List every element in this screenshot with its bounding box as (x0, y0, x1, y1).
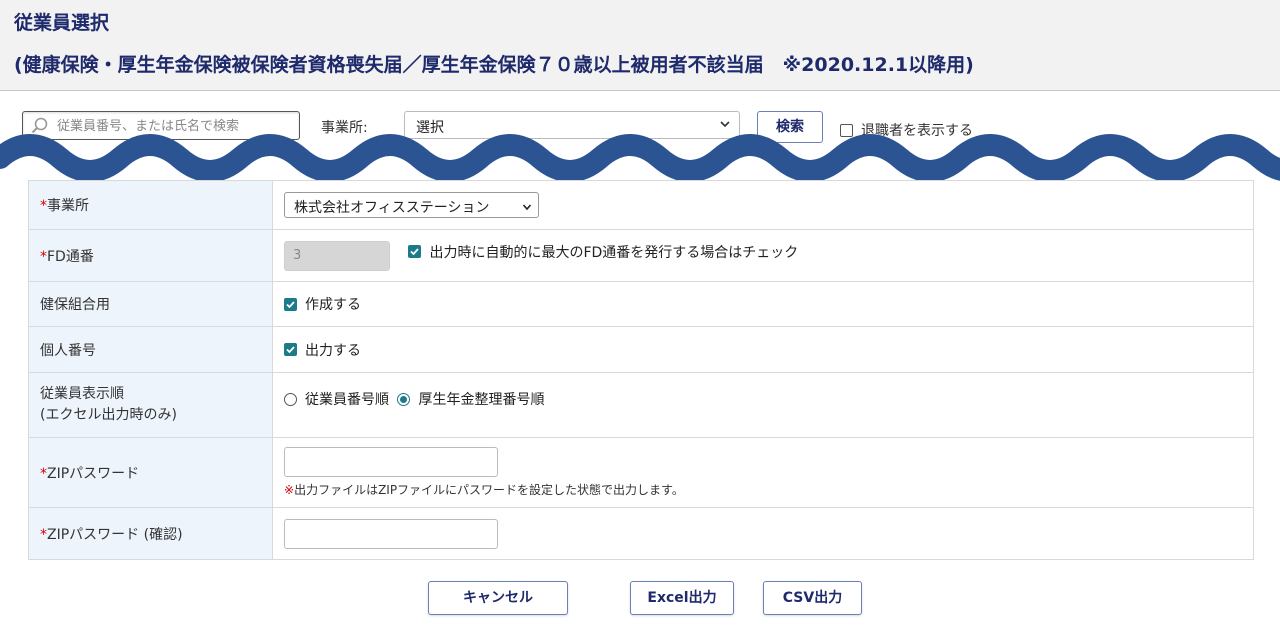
office-label-cell: *事業所 (28, 180, 273, 230)
required-mark: * (40, 198, 47, 214)
checkbox-checked-icon[interactable] (408, 245, 422, 258)
form-row-zip-password: *ZIPパスワード ※出力ファイルはZIPファイルにパスワードを設定した状態で出… (28, 437, 1254, 508)
radio-unselected-icon[interactable] (284, 392, 297, 406)
chevron-down-icon (522, 200, 532, 211)
checkbox-checked-icon[interactable] (284, 297, 297, 311)
zip-password-label-cell: *ZIPパスワード (28, 437, 273, 508)
fd-auto-checkbox[interactable]: 出力時に自動的に最大のFD通番を発行する場合はチェック (408, 242, 798, 262)
order-option-pension-number: 厚生年金整理番号順 (418, 392, 545, 408)
form-row-personal-number: 個人番号 出力する (28, 326, 1254, 373)
page-title: 従業員選択 (14, 12, 110, 34)
required-mark: * (40, 526, 47, 543)
page-subtitle: (健康保険・厚生年金保険被保険者資格喪失届／厚生年金保険７０歳以上被用者不該当届… (14, 54, 974, 76)
required-mark: * (40, 465, 47, 482)
form-row-health-union: 健保組合用 作成する (28, 281, 1254, 327)
radio-selected-icon[interactable] (397, 392, 411, 406)
checkbox-checked-icon[interactable] (284, 343, 297, 356)
zip-password-confirm-field-cell (272, 507, 1254, 560)
order-by-employee-number-radio[interactable]: 従業員番号順 (284, 389, 389, 409)
display-order-label: 従業員表示順 (40, 386, 124, 402)
fd-number-input[interactable]: 3 (284, 240, 390, 271)
zip-password-note-text: 出力ファイルはZIPファイルにパスワードを設定した状態で出力します。 (294, 483, 684, 497)
health-union-label: 健保組合用 (40, 297, 110, 313)
zip-password-label: ZIPパスワード (47, 465, 140, 482)
required-mark: * (40, 248, 47, 265)
personal-number-label-cell: 個人番号 (28, 326, 273, 373)
personal-number-check-label: 出力する (305, 342, 361, 359)
note-mark: ※ (284, 483, 295, 497)
zip-password-confirm-label-cell: *ZIPパスワード (確認) (28, 507, 273, 560)
personal-number-label: 個人番号 (40, 342, 96, 359)
cancel-button[interactable]: キャンセル (428, 581, 568, 615)
fd-number-label: FD通番 (47, 248, 94, 265)
page-header: 従業員選択 (健康保険・厚生年金保険被保険者資格喪失届／厚生年金保険７０歳以上被… (0, 0, 1280, 91)
health-union-field-cell: 作成する (272, 281, 1254, 327)
zip-password-field-cell: ※出力ファイルはZIPファイルにパスワードを設定した状態で出力します。 (272, 437, 1254, 508)
order-by-pension-number-radio[interactable]: 厚生年金整理番号順 (397, 389, 544, 409)
health-union-label-cell: 健保組合用 (28, 281, 273, 327)
zip-password-input[interactable] (284, 447, 498, 477)
form-row-fd-number: *FD通番 3 出力時に自動的に最大のFD通番を発行する場合はチェック (28, 229, 1254, 282)
office-select[interactable]: 株式会社オフィスステーション (284, 192, 539, 218)
office-select-value: 株式会社オフィスステーション (294, 200, 490, 216)
display-order-field-cell: 従業員番号順 厚生年金整理番号順 (272, 372, 1254, 438)
health-union-check-label: 作成する (305, 297, 361, 313)
health-union-checkbox[interactable]: 作成する (284, 294, 361, 314)
zip-password-confirm-input[interactable] (284, 518, 498, 549)
form-row-zip-password-confirm: *ZIPパスワード (確認) (28, 507, 1254, 560)
settings-form: *事業所 株式会社オフィスステーション *FD通番 3 出力時に自動的に最大のF… (28, 180, 1254, 560)
form-row-display-order: 従業員表示順 (エクセル出力時のみ) 従業員番号順 厚生年金整理番号順 (28, 372, 1254, 438)
fd-auto-label: 出力時に自動的に最大のFD通番を発行する場合はチェック (429, 244, 799, 261)
order-option-employee-number: 従業員番号順 (305, 392, 389, 408)
display-order-sublabel: (エクセル出力時のみ) (40, 407, 177, 423)
office-field-cell: 株式会社オフィスステーション (272, 180, 1254, 230)
zip-password-confirm-label: ZIPパスワード (確認) (47, 526, 183, 543)
excel-export-button[interactable]: Excel出力 (630, 581, 734, 615)
fd-number-label-cell: *FD通番 (28, 229, 273, 282)
office-label: 事業所 (47, 198, 89, 214)
zip-password-note: ※出力ファイルはZIPファイルにパスワードを設定した状態で出力します。 (284, 481, 1253, 498)
personal-number-checkbox[interactable]: 出力する (284, 340, 361, 360)
personal-number-field-cell: 出力する (272, 326, 1254, 373)
fd-number-field-cell: 3 出力時に自動的に最大のFD通番を発行する場合はチェック (272, 229, 1254, 282)
display-order-label-cell: 従業員表示順 (エクセル出力時のみ) (28, 372, 273, 438)
csv-export-button[interactable]: CSV出力 (763, 581, 862, 615)
form-row-office: *事業所 株式会社オフィスステーション (28, 180, 1254, 230)
